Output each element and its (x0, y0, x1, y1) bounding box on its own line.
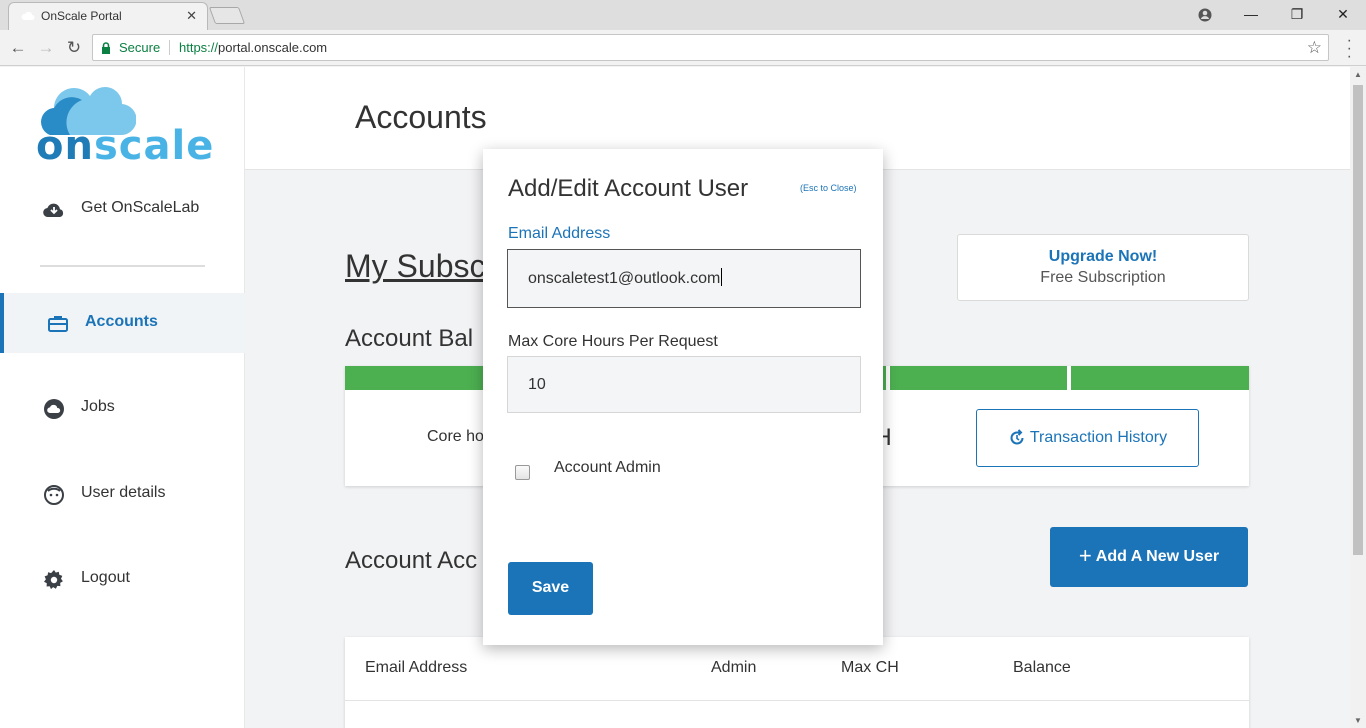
esc-close-link[interactable]: (Esc to Close) (800, 183, 857, 193)
email-label: Email Address (508, 225, 611, 242)
url-text[interactable]: https://portal.onscale.com (179, 35, 327, 60)
cloud-icon (44, 399, 64, 419)
browser-tab[interactable]: OnScale Portal ✕ (8, 2, 208, 30)
max-core-hours-field[interactable]: 10 (507, 356, 861, 413)
window-close-icon[interactable]: ✕ (1320, 0, 1366, 30)
reload-icon[interactable]: ↻ (62, 36, 86, 60)
back-arrow-icon[interactable]: ← (6, 36, 30, 60)
column-header-balance[interactable]: Balance (1013, 659, 1071, 677)
onscale-logo[interactable]: onscale (36, 75, 213, 169)
sidebar-item-label: Accounts (85, 313, 158, 330)
gear-icon (44, 570, 63, 590)
add-edit-user-modal: Add/Edit Account User (Esc to Close) Ema… (483, 149, 883, 645)
text-caret (721, 268, 723, 286)
add-new-user-button[interactable]: + Add A New User (1050, 527, 1248, 587)
briefcase-icon (48, 316, 68, 332)
account-access-heading: Account Acc (345, 547, 478, 574)
secure-label: Secure (119, 40, 161, 55)
plus-icon: + (1078, 543, 1092, 568)
sidebar-item-accounts[interactable]: Accounts (0, 293, 245, 353)
max-core-hours-label: Max Core Hours Per Request (508, 333, 718, 350)
page-scrollbar[interactable]: ▲ ▼ (1350, 67, 1366, 728)
browser-toolbar: ← → ↻ Secure https://portal.onscale.com … (0, 30, 1366, 66)
scroll-up-icon[interactable]: ▲ (1350, 70, 1366, 79)
sidebar-item-label: Logout (81, 569, 130, 586)
balance-bar-segment (890, 366, 1067, 390)
balance-bar-segment (1071, 366, 1249, 390)
upgrade-card[interactable]: Upgrade Now! Free Subscription (957, 234, 1249, 301)
column-header-admin[interactable]: Admin (711, 659, 756, 677)
column-header-email[interactable]: Email Address (365, 659, 467, 677)
modal-title: Add/Edit Account User (508, 175, 749, 202)
lock-icon (102, 42, 110, 54)
table-divider (345, 700, 1249, 701)
tab-close-icon[interactable]: ✕ (186, 3, 197, 29)
sidebar-item-jobs[interactable]: Jobs (0, 378, 245, 438)
restore-icon[interactable]: ❐ (1274, 0, 1320, 30)
subscription-plan: Free Subscription (1040, 269, 1166, 286)
logo-wordmark: onscale (36, 123, 215, 169)
browser-tab-bar: OnScale Portal ✕ — ❐ ✕ (0, 0, 1366, 30)
sidebar-item-user-details[interactable]: User details (0, 464, 245, 524)
refresh-icon (1010, 429, 1024, 445)
column-header-max-ch[interactable]: Max CH (841, 659, 899, 677)
cloud-download-icon (43, 203, 64, 218)
browser-tab-title: OnScale Portal (41, 9, 122, 23)
address-divider (169, 40, 170, 55)
sidebar: onscale Get OnScaleLab Accounts Jobs Use… (0, 67, 245, 728)
upgrade-cta[interactable]: Upgrade Now! (958, 248, 1248, 266)
email-field[interactable]: onscaletest1@outlook.com (507, 249, 861, 308)
users-table: Email Address Admin Max CH Balance (345, 637, 1249, 728)
save-button[interactable]: Save (508, 562, 593, 615)
scrollbar-thumb[interactable] (1353, 85, 1363, 555)
sidebar-item-label: User details (81, 484, 166, 501)
account-admin-label[interactable]: Account Admin (554, 459, 661, 477)
bookmark-star-icon[interactable]: ☆ (1307, 35, 1322, 60)
core-hours-label: Core ho (427, 428, 484, 445)
subscription-heading[interactable]: My Subsc (345, 248, 485, 285)
account-admin-checkbox[interactable] (515, 465, 530, 480)
minimize-icon[interactable]: — (1228, 0, 1274, 30)
transaction-history-button[interactable]: Transaction History (976, 409, 1199, 467)
sidebar-divider (40, 265, 205, 267)
new-tab-button[interactable] (208, 7, 246, 24)
profile-icon[interactable] (1182, 0, 1228, 30)
browser-menu-icon[interactable]: · · · (1347, 33, 1352, 65)
sidebar-item-logout[interactable]: Logout (0, 549, 245, 609)
balance-heading: Account Bal (345, 325, 474, 352)
forward-arrow-icon[interactable]: → (34, 36, 58, 60)
sidebar-item-label: Jobs (81, 398, 115, 415)
scroll-down-icon[interactable]: ▼ (1350, 716, 1366, 725)
sidebar-item-get-onscalelab[interactable]: Get OnScaleLab (0, 179, 245, 239)
address-bar[interactable]: Secure https://portal.onscale.com ☆ (92, 34, 1329, 61)
user-face-icon (44, 485, 64, 505)
sidebar-item-label: Get OnScaleLab (81, 199, 200, 216)
cloud-favicon-icon (21, 11, 35, 20)
page-title: Accounts (355, 99, 487, 135)
